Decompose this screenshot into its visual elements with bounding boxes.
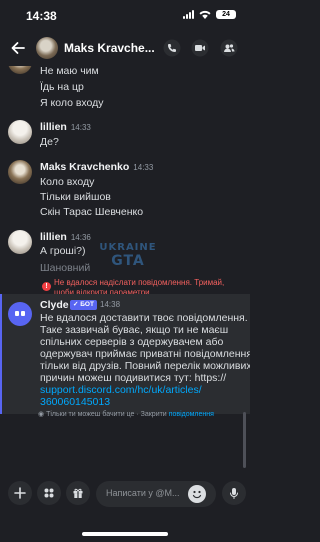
status-time: 14:38	[26, 9, 57, 23]
ephemeral-footer: ◉ Тільки ти можеш бачити це · Закрити по…	[38, 410, 214, 418]
support-link[interactable]: 360060145013	[40, 396, 246, 408]
message-text: спільних серверів з одержувачем або	[40, 336, 224, 348]
error-text: Не вдалося надіслати повідомлення. Трима…	[54, 278, 225, 287]
clyde-message: Clyde ✓ БОТ 14:38 Не вдалося доставити т…	[0, 294, 250, 414]
message-time: 14:36	[70, 233, 91, 242]
status-bar: 14:38 24	[0, 0, 250, 30]
watermark-logo: UKRAINE GTA	[92, 242, 164, 280]
watermark-text: UKRAINE	[99, 242, 157, 253]
message-input-placeholder: Написати у @M...	[106, 488, 180, 498]
message-text: Коло входу	[40, 176, 95, 188]
header-avatar[interactable]	[36, 37, 58, 59]
bot-badge: ✓ БОТ	[70, 300, 97, 310]
apps-icon	[44, 488, 54, 498]
signal-icon	[183, 10, 194, 19]
message-text: причин можеш подивитися тут: https://	[40, 372, 227, 384]
video-call-icon[interactable]	[191, 39, 209, 57]
back-arrow-icon[interactable]	[10, 40, 26, 56]
author-name[interactable]: Maks Kravchenko	[40, 161, 129, 173]
author-name[interactable]: lillien	[40, 121, 67, 133]
message-text: Скін Тарас Шевченко	[40, 206, 144, 218]
message-author-row: Maks Kravchenko 14:33	[40, 161, 153, 173]
voice-message-button[interactable]	[222, 481, 246, 505]
message-text: тільки від друзів. Повний перелік можлив…	[40, 360, 250, 372]
message-text: одержувач приймає приватні повідомлення	[40, 348, 250, 360]
support-link[interactable]: support.discord.com/hc/uk/articles/	[40, 384, 246, 396]
message-author-row: lillien 14:33	[40, 121, 91, 133]
pending-message-text[interactable]: Шановний	[40, 262, 90, 274]
avatar[interactable]	[8, 160, 32, 184]
message-time: 14:33	[70, 123, 91, 132]
author-name[interactable]: Clyde	[40, 299, 69, 311]
message-text: Таке зазвичай буває, якщо ти не маєш	[40, 324, 229, 336]
status-icons: 24	[183, 10, 236, 19]
message-text: Не маю чим	[40, 66, 99, 77]
author-name[interactable]: lillien	[40, 231, 67, 243]
message-time: 14:38	[100, 300, 121, 309]
scrollbar[interactable]	[243, 412, 246, 468]
clyde-avatar[interactable]	[8, 302, 32, 326]
message-text: А гроші?)	[40, 245, 86, 257]
footer-text: Тільки ти можеш бачити це · Закрити	[46, 411, 167, 418]
avatar[interactable]	[8, 230, 32, 254]
emoji-button[interactable]	[188, 485, 206, 503]
voice-call-icon[interactable]	[163, 39, 181, 57]
header-title[interactable]: Maks Kravche...	[64, 41, 155, 55]
microphone-icon	[230, 488, 238, 499]
plus-icon	[14, 487, 26, 499]
message-text: Не вдалося доставити твоє повідомлення.	[40, 312, 248, 324]
message-text: Їдь на цр	[40, 81, 84, 93]
error-icon: !	[42, 282, 51, 291]
dismiss-link[interactable]: повідомлення	[169, 411, 214, 418]
eye-icon: ◉	[38, 411, 47, 418]
watermark-text: GTA	[111, 253, 145, 269]
message-author-row: lillien 14:36	[40, 231, 91, 243]
composer: Написати у @M...	[0, 470, 250, 520]
avatar[interactable]	[8, 66, 32, 74]
battery-icon: 24	[216, 10, 236, 19]
chat-header: Maks Kravche...	[0, 30, 250, 66]
add-attachment-button[interactable]	[8, 481, 32, 505]
apps-button[interactable]	[37, 481, 61, 505]
home-indicator[interactable]	[82, 532, 168, 536]
message-list[interactable]: Не маю чим Їдь на цр Я коло входу lillie…	[0, 66, 250, 470]
gift-icon	[73, 488, 83, 498]
message-input[interactable]: Написати у @M...	[96, 481, 216, 507]
message-time: 14:33	[133, 163, 154, 172]
message-text: Тільки вийшов	[40, 191, 111, 203]
avatar[interactable]	[8, 120, 32, 144]
wifi-icon	[199, 10, 211, 19]
emoji-icon	[192, 490, 202, 499]
message-text: Я коло входу	[40, 97, 104, 109]
message-text: Де?	[40, 136, 59, 148]
gift-button[interactable]	[66, 481, 90, 505]
members-icon[interactable]	[220, 39, 238, 57]
